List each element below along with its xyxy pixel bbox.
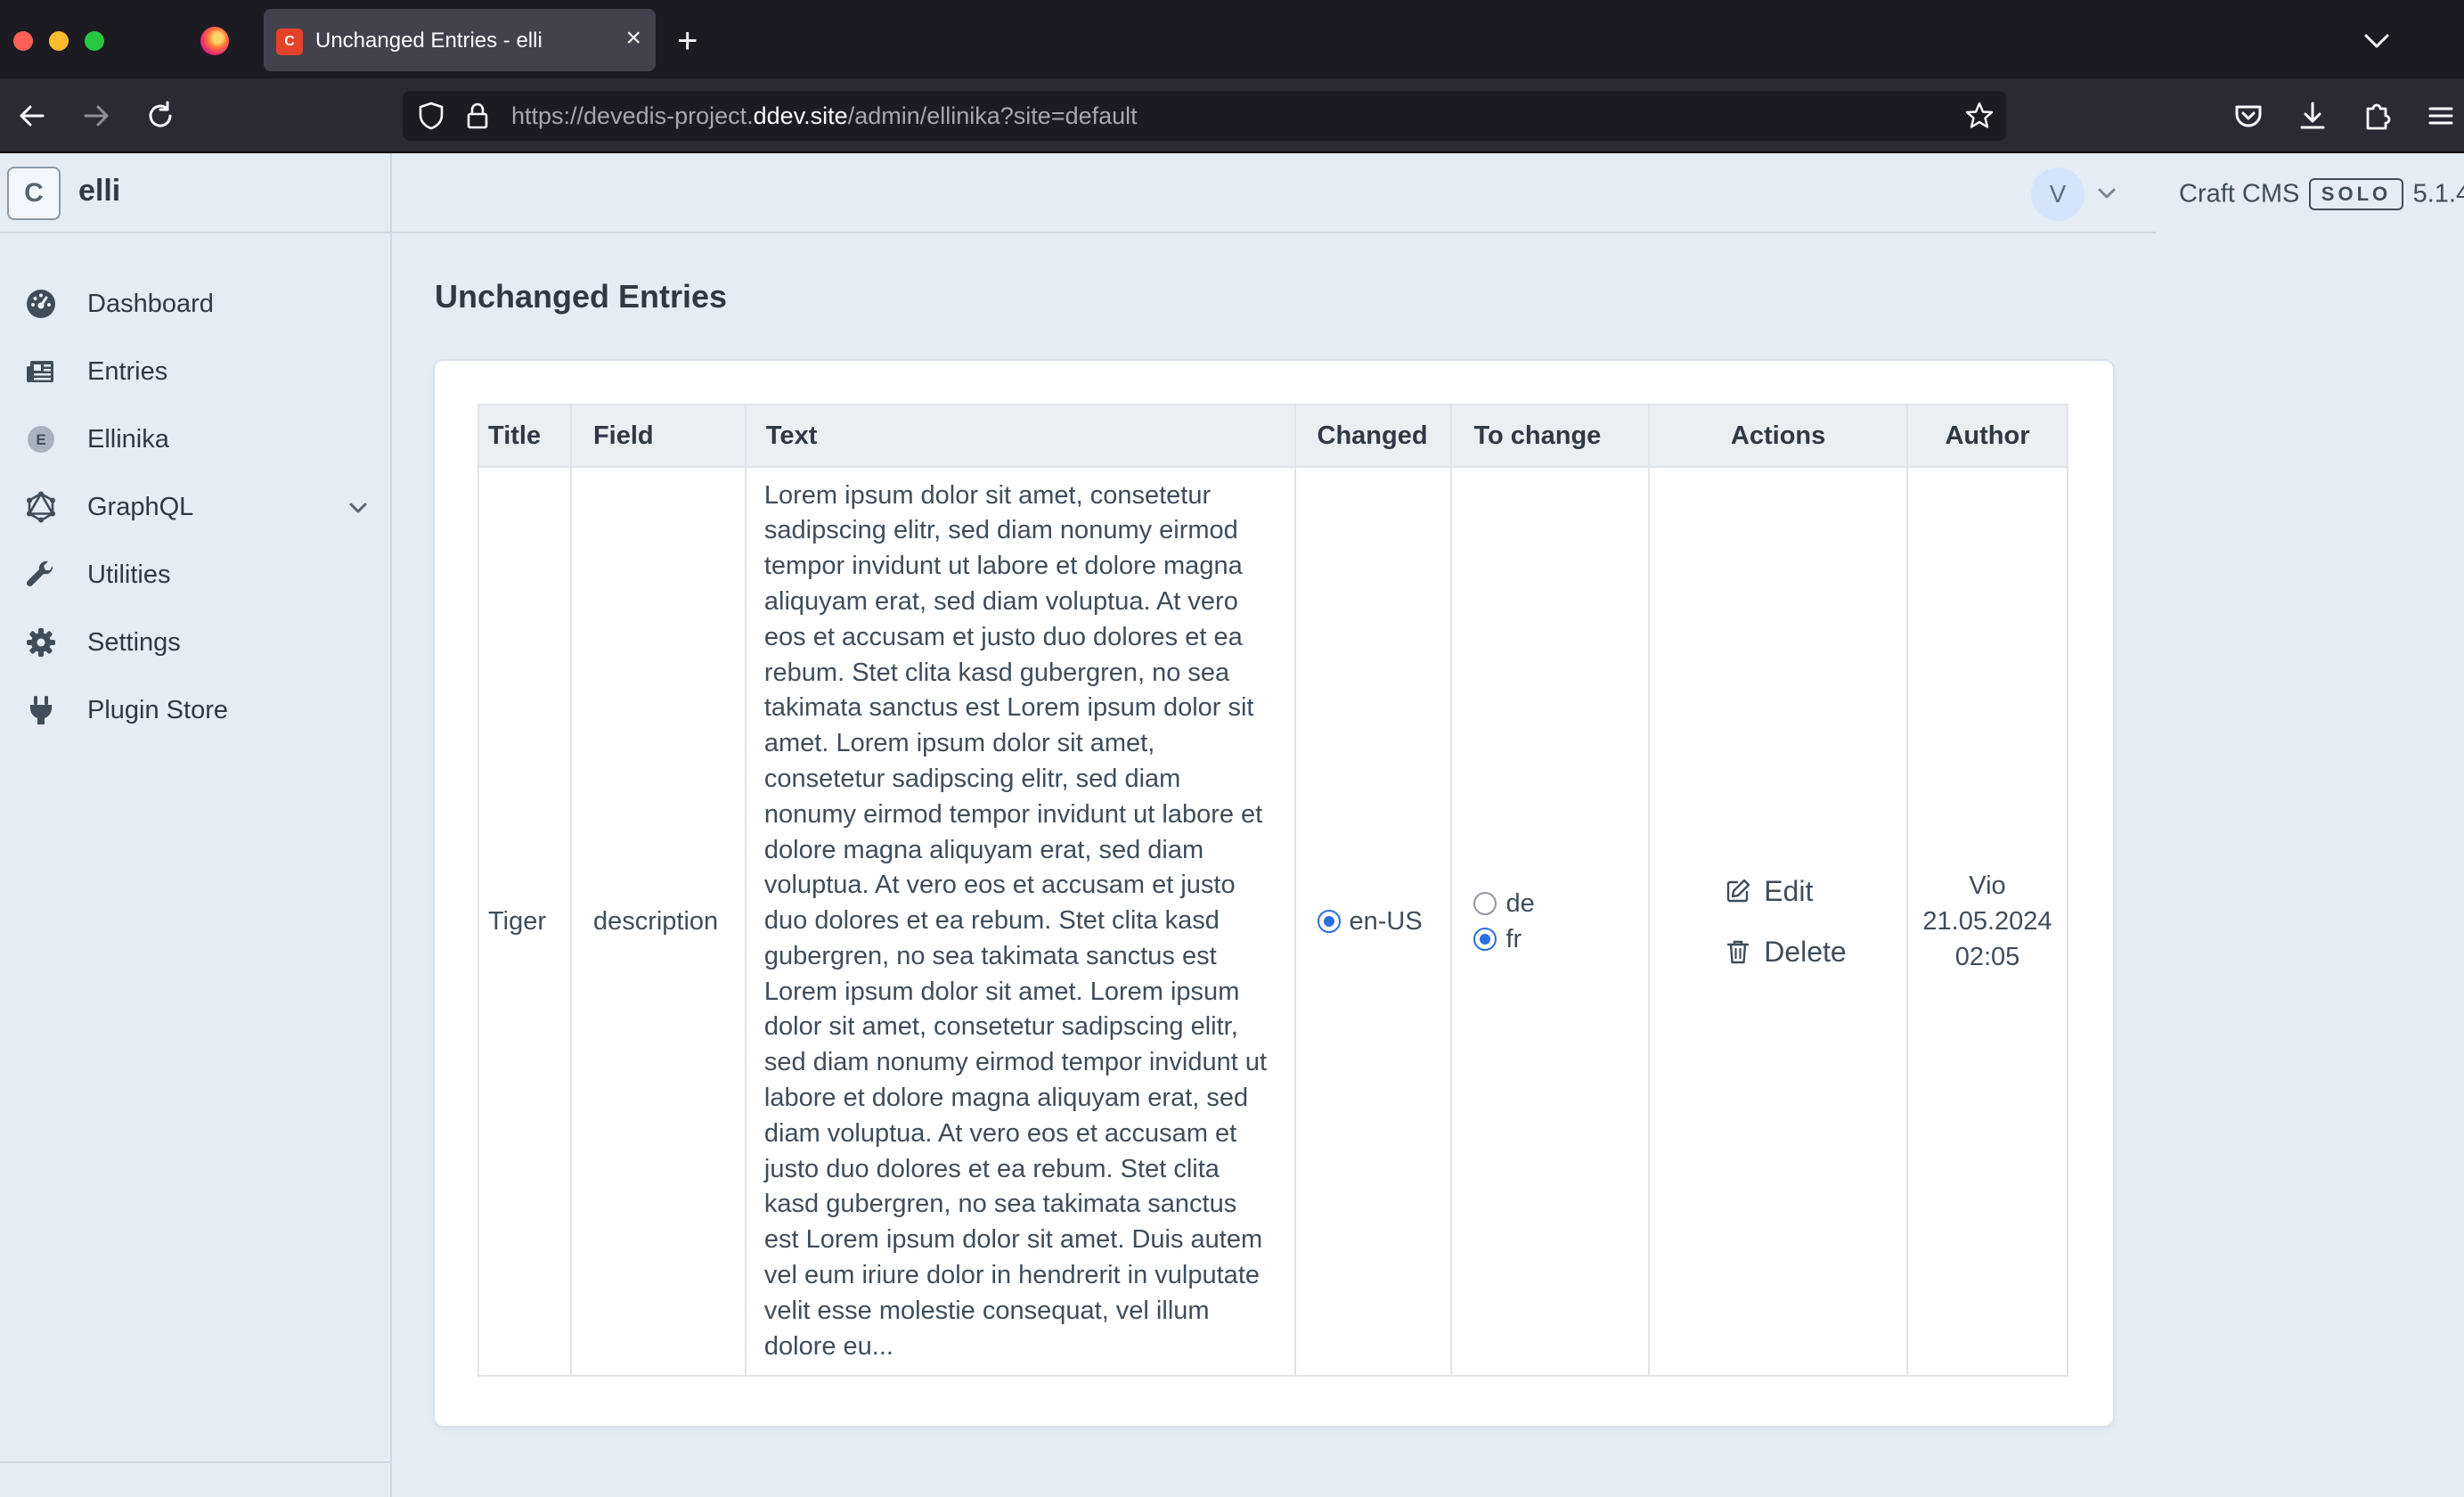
browser-nav-bar: https://devedis-project.ddev.site/admin/… — [0, 78, 2464, 153]
downloads-icon[interactable] — [2295, 98, 2330, 134]
page-title: Unchanged Entries — [435, 278, 728, 315]
radio-button-checked[interactable] — [1473, 928, 1497, 951]
radio-label: fr — [1505, 924, 1522, 953]
radio-button[interactable] — [1473, 892, 1497, 915]
new-tab-button[interactable]: + — [677, 23, 698, 59]
radio-label: de — [1505, 888, 1535, 918]
to-change-radio-de[interactable]: de — [1473, 886, 1639, 921]
craft-version: 5.1.4 — [2412, 179, 2464, 209]
sidebar-item-label: Dashboard — [87, 290, 214, 318]
sidebar-item-settings[interactable]: Settings — [0, 611, 390, 674]
gauge-icon — [27, 290, 55, 318]
window-close-button[interactable] — [13, 31, 33, 51]
url-host: ddev.site — [753, 102, 848, 129]
site-icon: C — [7, 167, 61, 220]
entry-author-cell: Vio 21.05.2024 02:05 — [1906, 466, 2068, 1377]
list-all-tabs-icon[interactable] — [2359, 23, 2395, 59]
edition-badge: SOLO — [2308, 178, 2404, 210]
tab-close-icon[interactable]: × — [625, 25, 641, 52]
delete-button[interactable]: Delete — [1725, 927, 1897, 977]
tab-favicon-icon: C — [276, 29, 303, 55]
column-header-author: Author — [1906, 404, 2068, 468]
sidebar-item-label: GraphQL — [87, 493, 194, 521]
edit-label: Edit — [1764, 874, 1814, 907]
back-arrow-icon[interactable] — [14, 98, 50, 134]
craft-name: Craft CMS — [2179, 179, 2300, 209]
sidebar: C elli Dashboard Entries E Ellinika Grap… — [0, 153, 392, 1497]
craft-edition-info: Craft CMS SOLO 5.1.4 — [2179, 178, 2464, 219]
sidebar-item-label: Utilities — [87, 560, 171, 589]
radio-label: en-US — [1349, 906, 1423, 936]
browser-tab-active[interactable]: C Unchanged Entries - elli × — [264, 9, 656, 71]
extensions-icon[interactable] — [2359, 98, 2395, 134]
bookmark-star-icon[interactable] — [1963, 100, 1995, 132]
entry-to-change-cell: de fr — [1450, 466, 1651, 1377]
url-prefix: https://devedis-project. — [511, 102, 754, 129]
column-header-title: Title — [477, 404, 572, 468]
sidebar-item-entries[interactable]: Entries — [0, 340, 390, 403]
sidebar-item-dashboard[interactable]: Dashboard — [0, 273, 390, 335]
browser-tab-bar: C Unchanged Entries - elli × + — [0, 0, 2464, 78]
trash-icon — [1726, 940, 1750, 964]
tab-title: Unchanged Entries - elli — [315, 29, 543, 53]
changed-radio-en-us[interactable]: en-US — [1317, 904, 1442, 939]
gear-icon — [27, 628, 55, 657]
sidebar-divider — [0, 1461, 390, 1463]
entry-text-cell: Lorem ipsum dolor sit amet, consetetur s… — [744, 466, 1296, 1377]
url-path: /admin/ellinika?site=default — [847, 102, 1138, 129]
sidebar-item-ellinika[interactable]: E Ellinika — [0, 408, 390, 470]
unchanged-entries-table: Title Field Text Changed To change Actio… — [477, 404, 2068, 1377]
tracking-shield-icon[interactable] — [415, 100, 447, 132]
content-card: Title Field Text Changed To change Actio… — [435, 361, 2113, 1426]
window-minimize-button[interactable] — [49, 31, 69, 51]
plug-icon — [30, 696, 52, 724]
window-zoom-button[interactable] — [85, 31, 104, 51]
pocket-icon[interactable] — [2231, 98, 2266, 134]
url-bar[interactable]: https://devedis-project.ddev.site/admin/… — [403, 91, 2006, 141]
reload-icon[interactable] — [143, 98, 178, 134]
url-text: https://devedis-project.ddev.site/admin/… — [511, 102, 1138, 130]
site-switcher[interactable]: C elli — [0, 153, 390, 233]
forward-arrow-icon[interactable] — [78, 98, 114, 134]
graphql-icon — [27, 491, 55, 523]
radio-button-checked[interactable] — [1317, 910, 1341, 933]
sidebar-item-label: Entries — [87, 357, 168, 386]
to-change-radio-fr[interactable]: fr — [1473, 921, 1639, 957]
entry-field-cell: description — [569, 466, 747, 1377]
sidebar-item-graphql[interactable]: GraphQL — [0, 476, 390, 538]
sidebar-item-label: Plugin Store — [87, 696, 228, 724]
edit-button[interactable]: Edit — [1725, 866, 1897, 916]
column-header-actions: Actions — [1648, 404, 1908, 468]
entry-title-cell: Tiger — [477, 466, 572, 1377]
user-avatar[interactable]: V — [2031, 168, 2085, 221]
wrench-icon — [26, 560, 53, 587]
sidebar-item-label: Settings — [87, 628, 181, 657]
plugin-e-icon: E — [28, 426, 54, 453]
table-header-row: Title Field Text Changed To change Actio… — [477, 404, 2068, 468]
table-row: Tiger description Lorem ipsum dolor sit … — [477, 466, 2068, 1377]
chevron-down-icon[interactable] — [346, 495, 371, 520]
firefox-view-icon[interactable] — [200, 27, 229, 55]
chevron-down-icon[interactable] — [2095, 182, 2118, 205]
author-time: 02:05 — [1954, 943, 2020, 971]
menu-hamburger-icon[interactable] — [2423, 98, 2459, 134]
column-header-to-change: To change — [1450, 404, 1651, 468]
sidebar-item-plugin-store[interactable]: Plugin Store — [0, 679, 390, 741]
delete-label: Delete — [1764, 935, 1847, 968]
lock-icon[interactable] — [461, 100, 494, 132]
column-header-text: Text — [744, 404, 1296, 468]
column-header-field: Field — [569, 404, 747, 468]
sidebar-item-label: Ellinika — [87, 425, 169, 454]
entry-changed-cell: en-US — [1293, 466, 1453, 1377]
author-name: Vio — [1969, 871, 2006, 900]
newspaper-icon — [27, 361, 53, 382]
entry-actions-cell: Edit Delete — [1648, 466, 1908, 1377]
svg-text:E: E — [36, 431, 45, 448]
sidebar-item-utilities[interactable]: Utilities — [0, 544, 390, 606]
site-name: elli — [78, 174, 121, 208]
header-bar: V — [392, 153, 2156, 233]
author-date: 21.05.2024 — [1922, 907, 2052, 936]
column-header-changed: Changed — [1293, 404, 1453, 468]
edit-icon — [1726, 879, 1750, 903]
